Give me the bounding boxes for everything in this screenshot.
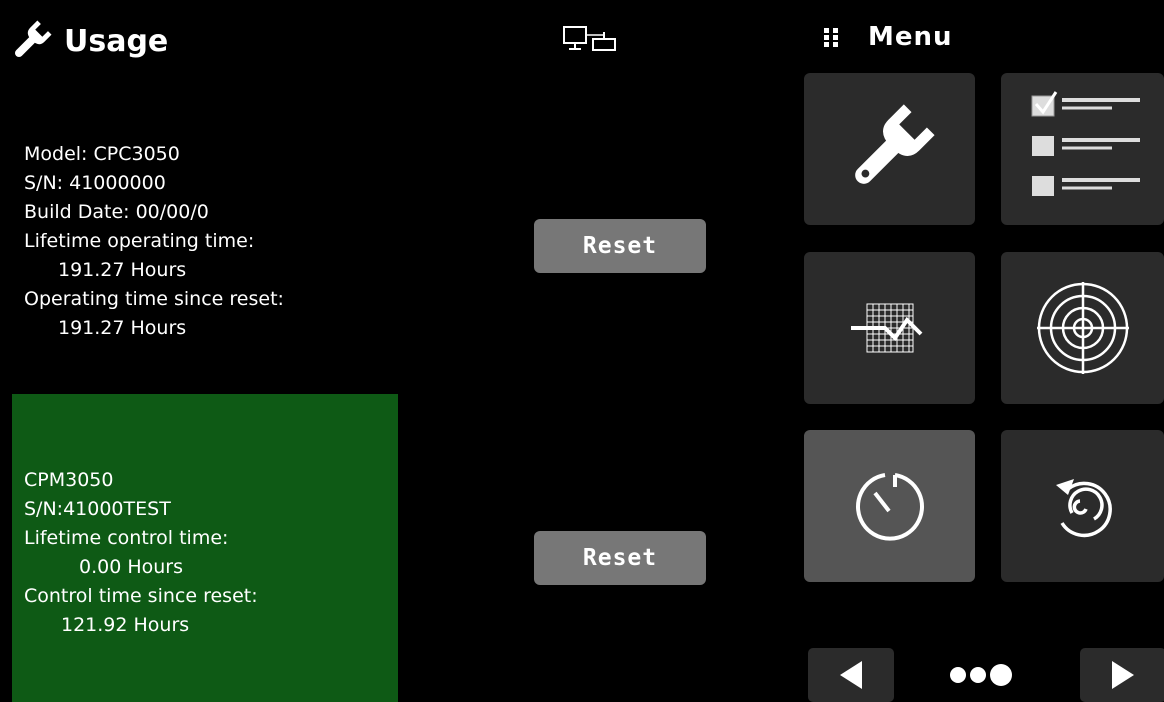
controller-model: Model: CPC3050	[24, 143, 180, 165]
prev-page-button[interactable]	[808, 648, 894, 702]
page-dot-current	[990, 664, 1012, 686]
controller-reset-button[interactable]: Reset	[534, 219, 706, 273]
operating-since-reset-value: 191.27 Hours	[58, 317, 187, 339]
triangle-right-icon	[1112, 661, 1134, 689]
triangle-left-icon	[840, 661, 862, 689]
module-reset-button[interactable]: Reset	[534, 531, 706, 585]
spiral-arrow-icon	[1055, 479, 1112, 538]
page-dot	[950, 667, 966, 683]
chart-grid-icon	[850, 303, 922, 353]
operating-since-reset-label: Operating time since reset:	[24, 288, 284, 310]
tile-target[interactable]	[1001, 252, 1164, 404]
menu-label: Menu	[868, 22, 953, 52]
target-icon	[1036, 282, 1129, 374]
tile-timer[interactable]	[804, 430, 975, 582]
module-panel: CPM3050 S/N:41000TEST Lifetime control t…	[12, 394, 398, 702]
lifetime-operating-label: Lifetime operating time:	[24, 230, 255, 252]
tile-setup[interactable]	[804, 73, 975, 225]
monitor-network-icon	[563, 26, 616, 51]
page-dot	[970, 667, 986, 683]
timer-icon	[855, 473, 924, 541]
control-since-reset-value: 121.92 Hours	[61, 614, 190, 636]
tile-history[interactable]	[1001, 430, 1164, 582]
menu-header[interactable]: Menu	[822, 22, 953, 52]
controller-build-date: Build Date: 00/00/0	[24, 201, 209, 223]
tile-chart[interactable]	[804, 252, 975, 404]
page-title: Usage	[8, 18, 168, 64]
wrench-icon	[854, 104, 935, 184]
tile-checklist[interactable]	[1001, 73, 1164, 225]
module-info: CPM3050 S/N:41000TEST Lifetime control t…	[24, 466, 258, 640]
lifetime-control-label: Lifetime control time:	[24, 527, 229, 549]
checklist-icon	[1031, 91, 1140, 196]
grid-dots-icon	[824, 28, 838, 47]
next-page-button[interactable]	[1080, 648, 1164, 702]
control-since-reset-label: Control time since reset:	[24, 585, 258, 607]
module-serial: S/N:41000TEST	[24, 498, 171, 520]
page-title-text: Usage	[64, 23, 169, 59]
page-indicator	[950, 664, 1012, 686]
lifetime-operating-value: 191.27 Hours	[58, 259, 187, 281]
controller-serial: S/N: 41000000	[24, 172, 166, 194]
module-model: CPM3050	[24, 469, 114, 491]
wrench-icon	[14, 20, 52, 58]
controller-info: Model: CPC3050 S/N: 41000000 Build Date:…	[24, 140, 284, 343]
lifetime-control-value: 0.00 Hours	[79, 556, 184, 578]
